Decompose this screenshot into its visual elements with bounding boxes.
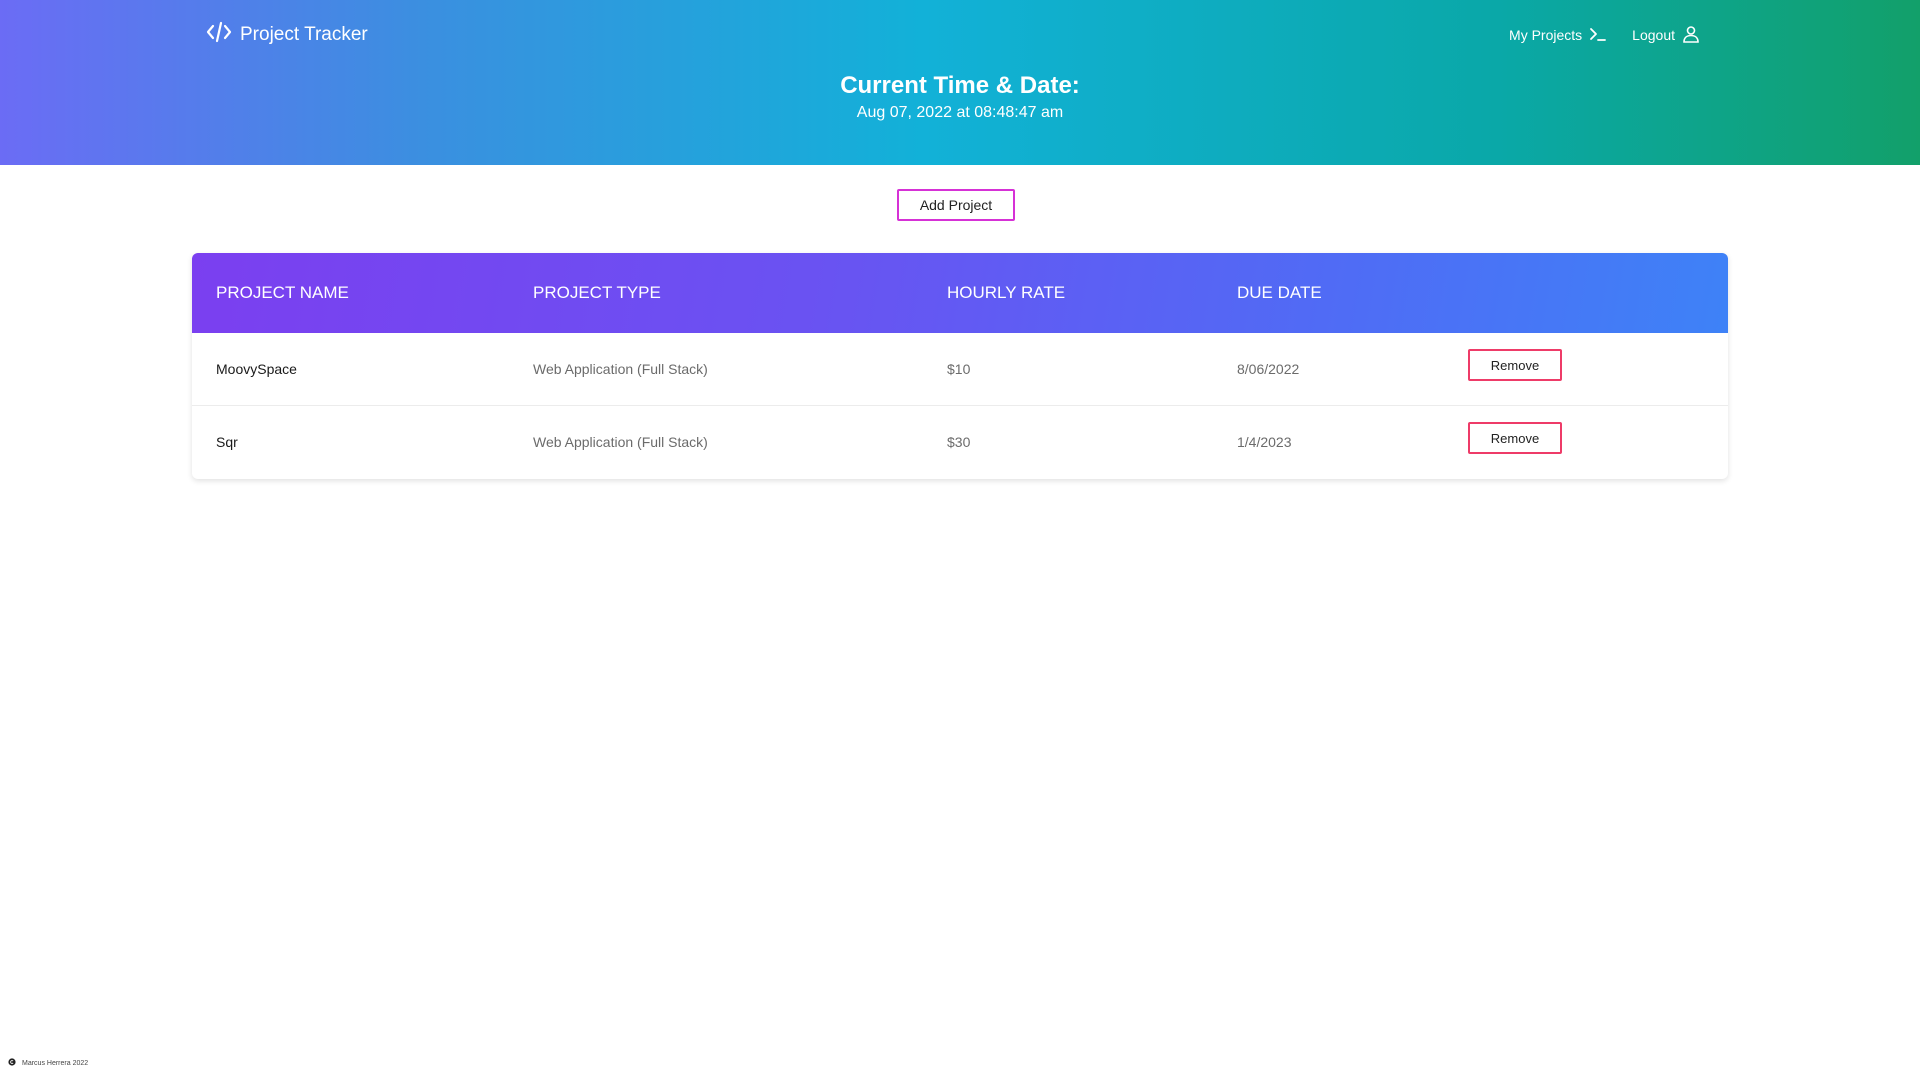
project-name-cell: MoovySpace <box>216 361 297 377</box>
remove-button[interactable]: Remove <box>1468 349 1562 381</box>
top-nav: My Projects Logout <box>1509 22 1701 48</box>
project-type-cell: Web Application (Full Stack) <box>533 434 708 450</box>
nav-my-projects-label: My Projects <box>1509 27 1583 43</box>
table-row: MoovySpace Web Application (Full Stack) … <box>192 333 1728 406</box>
nav-logout-label: Logout <box>1632 27 1675 43</box>
page-header: Project Tracker My Projects Logout Curre… <box>0 0 1920 165</box>
projects-table: PROJECT NAME PROJECT TYPE HOURLY RATE DU… <box>192 253 1728 479</box>
footer-text: Marcus Herrera 2022 <box>22 1059 89 1067</box>
table-header: PROJECT NAME PROJECT TYPE HOURLY RATE DU… <box>192 253 1728 333</box>
brand-title: Project Tracker <box>240 24 368 45</box>
due-date-cell: 8/06/2022 <box>1237 361 1300 377</box>
project-type-cell: Web Application (Full Stack) <box>533 361 708 377</box>
column-header-due-date: DUE DATE <box>1237 283 1322 302</box>
remove-button[interactable]: Remove <box>1468 422 1562 454</box>
current-datetime: Aug 07, 2022 at 08:48:47 am <box>856 104 1064 121</box>
hourly-rate-cell: $30 <box>947 434 971 450</box>
add-project-button[interactable]: Add Project <box>897 189 1015 221</box>
user-icon <box>1681 24 1701 47</box>
project-name-cell: Sqr <box>216 434 238 450</box>
due-date-cell: 1/4/2023 <box>1237 434 1292 450</box>
copyright-icon <box>8 1058 16 1068</box>
column-header-project-name: PROJECT NAME <box>216 283 349 302</box>
hourly-rate-cell: $10 <box>947 361 971 377</box>
table-row: Sqr Web Application (Full Stack) $30 1/4… <box>192 406 1728 479</box>
nav-my-projects[interactable]: My Projects <box>1509 24 1608 47</box>
column-header-project-type: PROJECT TYPE <box>533 283 661 302</box>
page-title: Current Time & Date: <box>840 72 1080 99</box>
page-footer: Marcus Herrera 2022 <box>8 1057 88 1069</box>
nav-logout[interactable]: Logout <box>1632 24 1701 47</box>
brand-link[interactable]: Project Tracker <box>206 21 368 49</box>
terminal-icon <box>1588 24 1608 47</box>
code-icon <box>206 21 232 49</box>
column-header-hourly-rate: HOURLY RATE <box>947 283 1066 302</box>
